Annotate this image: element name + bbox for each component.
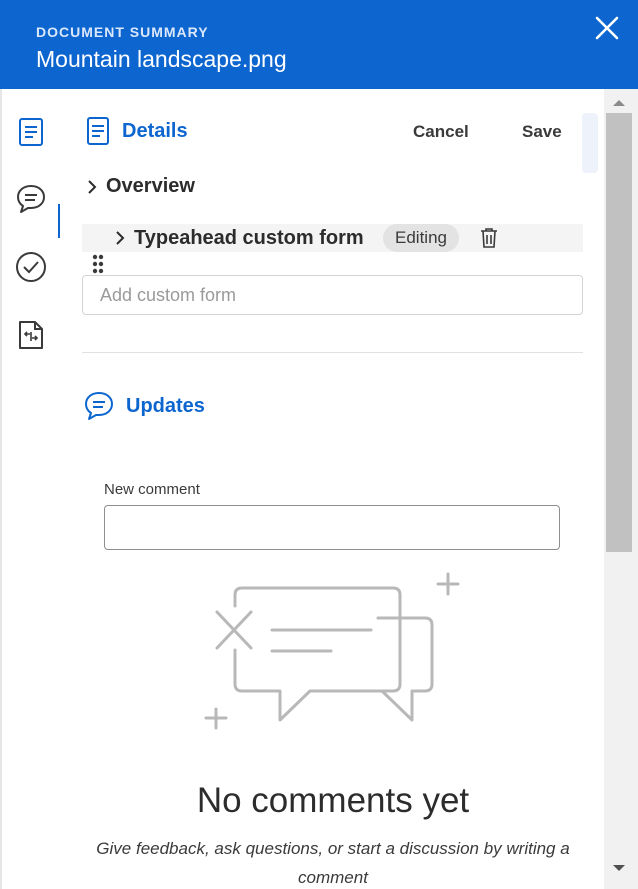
overview-section[interactable]: Overview — [86, 175, 195, 198]
save-button[interactable]: Save — [522, 122, 562, 142]
tab-comments[interactable] — [14, 182, 48, 216]
custom-form-toggle[interactable]: Typeahead custom form — [114, 224, 364, 252]
custom-form-row: Typeahead custom form Editing — [82, 224, 583, 252]
editing-badge: Editing — [383, 224, 459, 252]
scroll-down-arrow-icon[interactable] — [604, 857, 634, 879]
tab-file-share[interactable] — [14, 318, 48, 352]
trash-icon[interactable] — [479, 227, 499, 249]
checkmark-circle-icon — [16, 252, 46, 282]
add-custom-form-input[interactable]: Add custom form — [82, 275, 583, 315]
details-header: Details — [86, 116, 188, 146]
document-icon — [87, 117, 109, 145]
right-edge — [634, 89, 638, 889]
file-share-icon — [19, 321, 43, 349]
add-custom-form-placeholder: Add custom form — [100, 284, 237, 305]
comment-icon — [85, 392, 113, 420]
new-comment-label: New comment — [104, 481, 200, 498]
empty-state-title: No comments yet — [196, 781, 470, 820]
comment-icon — [17, 185, 45, 213]
document-title: Mountain landscape.png — [36, 46, 287, 72]
document-icon — [19, 118, 43, 146]
scrollbar-thumb[interactable] — [606, 113, 632, 552]
chevron-right-icon — [88, 179, 97, 194]
tab-details[interactable] — [14, 115, 48, 149]
updates-header: Updates — [84, 391, 205, 421]
drag-handle-icon[interactable] — [92, 253, 104, 275]
header-eyebrow: DOCUMENT SUMMARY — [36, 24, 209, 40]
active-tab-indicator — [58, 204, 60, 238]
close-icon[interactable] — [594, 15, 620, 41]
panel-header: DOCUMENT SUMMARY Mountain landscape.png — [0, 0, 638, 89]
new-comment-input[interactable] — [104, 505, 560, 550]
scroll-up-arrow-icon[interactable] — [604, 91, 634, 113]
no-comments-illustration-icon — [204, 572, 460, 730]
updates-title: Updates — [126, 394, 205, 417]
empty-state-description: Give feedback, ask questions, or start a… — [96, 839, 570, 887]
section-divider — [82, 352, 583, 353]
tab-approvals[interactable] — [14, 250, 48, 284]
side-tab-rail — [2, 89, 62, 889]
document-summary-content: Details Cancel Save Overview Typeahead c… — [62, 89, 604, 889]
details-title: Details — [122, 119, 188, 142]
overview-label: Overview — [106, 175, 195, 197]
cancel-button[interactable]: Cancel — [413, 122, 469, 142]
scroll-hint — [582, 113, 598, 173]
custom-form-label: Typeahead custom form — [134, 226, 364, 249]
chevron-right-icon — [116, 231, 125, 245]
scrollbar[interactable] — [604, 89, 634, 889]
